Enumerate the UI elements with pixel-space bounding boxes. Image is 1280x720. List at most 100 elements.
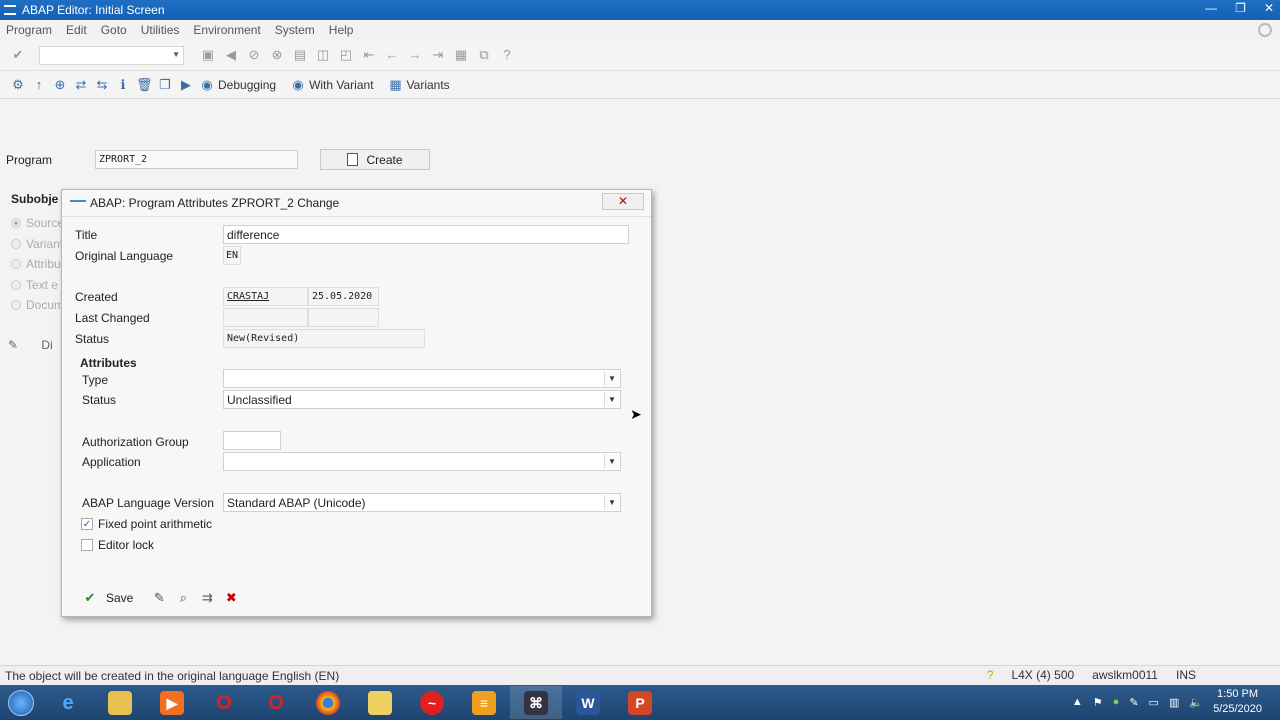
maximize-button[interactable]: ❐	[1235, 1, 1246, 15]
minimize-button[interactable]: —	[1205, 1, 1217, 15]
transport-icon[interactable]: ⇉	[199, 590, 215, 606]
attribute-status-label: Status	[82, 393, 117, 407]
last-page-icon[interactable]: ⇥	[430, 47, 446, 63]
taskbar-explorer[interactable]	[94, 686, 146, 719]
flag-icon[interactable]: ⚑	[1093, 696, 1103, 709]
fixed-point-checkbox[interactable]: ✓ Fixed point arithmetic	[81, 517, 212, 531]
radio-text-elements[interactable]: Text e	[11, 278, 58, 292]
cancel-dialog-icon[interactable]: ✖	[223, 590, 239, 606]
start-button[interactable]	[0, 685, 42, 720]
taskbar-media[interactable]: ▶	[146, 686, 198, 719]
save-button[interactable]: Save	[106, 591, 133, 605]
taskbar-opera-2[interactable]: O	[250, 686, 302, 719]
enter-icon[interactable]: ✔	[10, 47, 26, 63]
edit-icon[interactable]: ✎	[151, 590, 167, 606]
radio-variants[interactable]: Variant	[11, 237, 63, 251]
authorization-group-input[interactable]	[223, 431, 281, 450]
variants-button[interactable]: ▦ Variants	[388, 76, 449, 93]
program-input[interactable]: ZPRORT_2	[95, 150, 298, 169]
taskbar-folder[interactable]	[354, 686, 406, 719]
print-icon[interactable]: ▤	[292, 47, 308, 63]
taskbar-word[interactable]: W	[562, 686, 614, 719]
menu-environment[interactable]: Environment	[193, 23, 260, 37]
pen-icon[interactable]: ✎	[1129, 696, 1138, 709]
new-session-icon[interactable]: ▦	[453, 47, 469, 63]
first-page-icon[interactable]: ⇤	[361, 47, 377, 63]
exit-icon[interactable]: ⊘	[246, 47, 262, 63]
menu-program[interactable]: Program	[6, 23, 52, 37]
execute-variant-icon: ◉	[292, 76, 304, 92]
attribute-status-dropdown[interactable]: Unclassified ▼	[223, 390, 621, 409]
powerpoint-icon: P	[628, 690, 652, 715]
type-dropdown-arrow-icon[interactable]: ▼	[604, 371, 619, 386]
check-icon[interactable]: ⊕	[52, 77, 68, 93]
menu-goto[interactable]: Goto	[101, 23, 127, 37]
volume-icon[interactable]: 🔈	[1189, 696, 1203, 709]
search-help-icon[interactable]: ⌕	[175, 590, 191, 606]
activate-icon[interactable]: ⇄	[73, 77, 89, 93]
menu-system[interactable]: System	[275, 23, 315, 37]
taskbar-sap-gui[interactable]: ⌘	[510, 686, 562, 719]
help-status-icon[interactable]: ?	[983, 668, 998, 682]
language-version-dropdown-arrow-icon[interactable]: ▼	[604, 495, 619, 510]
command-field[interactable]	[39, 45, 184, 65]
editor-lock-checkbox[interactable]: Editor lock	[81, 538, 154, 552]
show-hidden-icons-icon[interactable]: ▲	[1072, 696, 1083, 708]
dialog-footer: ✔ Save ✎ ⌕ ⇉ ✖	[82, 590, 239, 606]
menu-edit[interactable]: Edit	[66, 23, 87, 37]
server-info: awslkm0011	[1092, 668, 1158, 682]
back-icon[interactable]: ◀	[223, 47, 239, 63]
radio-attributes[interactable]: Attribu	[11, 257, 61, 271]
test-icon[interactable]: ⇆	[94, 77, 110, 93]
program-label: Program	[6, 153, 53, 167]
status-dropdown-arrow-icon[interactable]: ▼	[604, 392, 619, 407]
other-object-icon[interactable]: ⚙	[10, 77, 26, 93]
dialog-close-button[interactable]: ✕	[602, 193, 644, 210]
customize-layout-icon[interactable]	[1258, 23, 1272, 37]
system-tray: ▲ ⚑ ● ✎ ▭ ▥ 🔈 1:50 PM 5/25/2020	[1072, 687, 1262, 717]
save-icon[interactable]: ▣	[200, 47, 216, 63]
word-icon: W	[576, 690, 600, 715]
wifi-icon[interactable]: ▥	[1169, 696, 1179, 709]
clock[interactable]: 1:50 PM 5/25/2020	[1213, 687, 1262, 717]
taskbar-airtel[interactable]: ~	[406, 686, 458, 719]
type-dropdown[interactable]: ▼	[223, 369, 621, 388]
copy-icon[interactable]: ❐	[157, 77, 173, 93]
execute-icon[interactable]: ▶	[178, 77, 194, 93]
original-language-label: Original Language	[75, 249, 174, 263]
find-icon[interactable]: ◫	[315, 47, 331, 63]
shortcut-icon[interactable]: ⧉	[476, 47, 492, 63]
title-input[interactable]: difference	[223, 225, 629, 244]
system-info[interactable]: L4X (4) 500	[1007, 668, 1078, 682]
prev-page-icon[interactable]: ←	[384, 47, 400, 63]
menu-help[interactable]: Help	[329, 23, 354, 37]
taskbar-opera-1[interactable]: O	[198, 686, 250, 719]
create-button[interactable]: Create	[320, 149, 430, 170]
close-window-button[interactable]: ✕	[1264, 1, 1274, 15]
taskbar-sap[interactable]: ≡	[458, 686, 510, 719]
delete-icon[interactable]: 🗑	[136, 77, 153, 93]
taskbar-chrome[interactable]	[302, 686, 354, 719]
next-page-icon[interactable]: →	[407, 47, 423, 63]
variants-icon: ▦	[389, 76, 402, 92]
monitor-icon[interactable]: ▭	[1149, 696, 1159, 709]
network-status-icon[interactable]: ●	[1113, 696, 1120, 708]
checkmark-icon[interactable]: ✓	[81, 518, 93, 530]
info-icon[interactable]: ℹ	[115, 77, 131, 93]
display-button[interactable]: ✎ Di	[8, 338, 53, 352]
cancel-icon[interactable]: ⊗	[269, 47, 285, 63]
where-used-icon[interactable]: ↑	[31, 77, 47, 93]
find-next-icon[interactable]: ◰	[338, 47, 354, 63]
help-icon[interactable]: ?	[499, 47, 515, 63]
with-variant-button[interactable]: ◉ With Variant	[290, 77, 373, 93]
abap-language-version-dropdown[interactable]: Standard ABAP (Unicode) ▼	[223, 493, 621, 512]
radio-documentation[interactable]: Docum	[11, 298, 64, 312]
taskbar-powerpoint[interactable]: P	[614, 686, 666, 719]
menu-utilities[interactable]: Utilities	[141, 23, 180, 37]
debugging-button[interactable]: ◉ Debugging	[199, 77, 276, 93]
radio-source[interactable]: Source	[11, 216, 64, 230]
application-dropdown[interactable]: ▼	[223, 452, 621, 471]
taskbar-ie[interactable]: e	[42, 686, 94, 719]
application-dropdown-arrow-icon[interactable]: ▼	[604, 454, 619, 469]
save-check-icon[interactable]: ✔	[82, 590, 98, 606]
